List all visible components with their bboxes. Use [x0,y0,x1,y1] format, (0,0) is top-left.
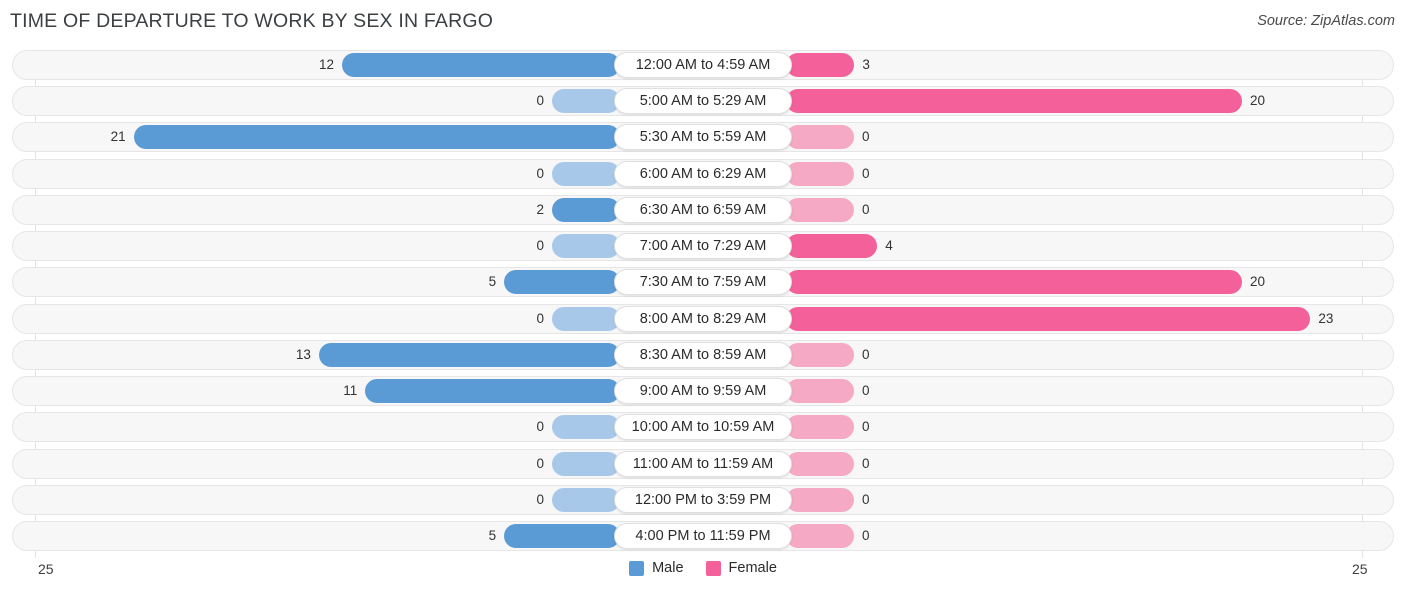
row-bars: 11 0 9:00 AM to 9:59 AM [0,376,1406,406]
bar-male [552,306,620,331]
bar-female [786,379,854,404]
bar-male [552,161,620,186]
legend-item-female[interactable]: Female [705,560,777,576]
bar-male [552,487,620,512]
bar-male [365,379,620,404]
bar-female [786,234,878,259]
bar-male [552,234,620,259]
bar-value-male: 11 [343,383,358,399]
bar-male [342,53,620,77]
bar-female [786,89,1242,114]
bar-value-male: 0 [536,419,544,435]
page-title: TIME OF DEPARTURE TO WORK BY SEX IN FARG… [10,10,494,32]
bar-male [552,89,620,114]
row-bars: 2 0 6:30 AM to 6:59 AM [0,195,1406,225]
legend-swatch-icon [705,560,721,576]
source-attribution: Source: ZipAtlas.com [1257,13,1395,29]
row-bars: 0 0 6:00 AM to 6:29 AM [0,159,1406,189]
category-label: 8:00 AM to 8:29 AM [614,305,792,332]
row-bars: 13 0 8:30 AM to 8:59 AM [0,340,1406,370]
bar-male [133,125,620,150]
category-label: 7:00 AM to 7:29 AM [614,233,792,260]
category-label: 8:30 AM to 8:59 AM [614,341,792,368]
bar-value-male: 5 [488,527,497,543]
chart-container: TIME OF DEPARTURE TO WORK BY SEX IN FARG… [0,0,1406,595]
bar-value-female: 0 [862,383,870,399]
category-label: 4:00 PM to 11:59 PM [614,522,792,549]
row-bars: 12 3 12:00 AM to 4:59 AM [0,50,1406,80]
bar-value-female: 0 [862,165,870,181]
category-label: 6:00 AM to 6:29 AM [614,160,792,187]
legend-swatch-icon [629,560,645,576]
category-label: 9:00 AM to 9:59 AM [614,378,792,405]
category-label: 5:00 AM to 5:29 AM [614,88,792,115]
bar-value-male: 2 [536,201,544,217]
bar-value-female: 20 [1250,93,1266,109]
bar-value-male: 5 [488,274,497,290]
category-label: 12:00 PM to 3:59 PM [614,486,792,513]
category-label: 5:30 AM to 5:59 AM [614,124,792,151]
bar-value-male: 0 [536,455,544,471]
bar-female [786,125,854,150]
category-label: 7:30 AM to 7:59 AM [614,269,792,296]
bar-value-female: 20 [1250,274,1266,290]
bar-value-male: 0 [536,93,544,109]
bar-female [786,270,1242,295]
bar-female [786,161,854,186]
bar-female [786,415,854,440]
bar-value-female: 0 [862,491,870,507]
bar-value-female: 0 [862,201,870,217]
bar-value-female: 3 [862,57,870,72]
bar-value-female: 23 [1318,310,1334,326]
row-bars: 5 20 7:30 AM to 7:59 AM [0,267,1406,297]
bar-male [552,415,620,440]
bar-male [504,270,620,295]
bar-value-male: 0 [536,491,544,507]
legend-label: Male [652,560,684,576]
category-label: 6:30 AM to 6:59 AM [614,196,792,223]
bar-value-female: 0 [862,455,870,471]
row-bars: 0 4 7:00 AM to 7:29 AM [0,231,1406,261]
bar-male [552,197,620,222]
row-bars: 0 23 8:00 AM to 8:29 AM [0,304,1406,334]
legend-label: Female [728,560,777,576]
bar-female [786,487,854,512]
bar-value-male: 12 [319,57,335,72]
row-bars: 0 0 10:00 AM to 10:59 AM [0,412,1406,442]
bar-female [786,197,854,222]
category-label: 10:00 AM to 10:59 AM [614,414,792,441]
bar-value-male: 0 [536,310,544,326]
bar-value-female: 0 [862,129,870,145]
bar-male [552,451,620,476]
row-bars: 0 0 11:00 AM to 11:59 AM [0,449,1406,479]
row-bars: 0 20 5:00 AM to 5:29 AM [0,86,1406,116]
row-bars: 5 0 4:00 PM to 11:59 PM [0,521,1406,551]
bar-female [786,523,854,548]
row-bars: 21 0 5:30 AM to 5:59 AM [0,122,1406,152]
category-label: 11:00 AM to 11:59 AM [614,450,792,477]
bar-value-male: 0 [536,165,544,181]
bar-value-female: 0 [862,419,870,435]
bar-male [318,342,620,367]
bar-female [786,342,854,367]
legend-item-male[interactable]: Male [629,560,684,576]
bar-value-male: 0 [536,238,544,254]
plot-area: 12 3 12:00 AM to 4:59 AM 0 20 5:00 AM to 5:29… [0,50,1406,558]
category-label: 12:00 AM to 4:59 AM [614,52,792,78]
bar-value-female: 0 [862,527,870,543]
bar-female [786,451,854,476]
bar-female [786,53,855,77]
bar-value-male: 13 [295,346,311,362]
bar-value-female: 0 [862,346,870,362]
bar-value-female: 4 [885,238,893,254]
bar-value-male: 21 [110,129,126,145]
bar-male [504,523,620,548]
bar-female [786,306,1311,331]
row-bars: 0 0 12:00 PM to 3:59 PM [0,485,1406,515]
chart-legend: Male Female [0,560,1406,576]
